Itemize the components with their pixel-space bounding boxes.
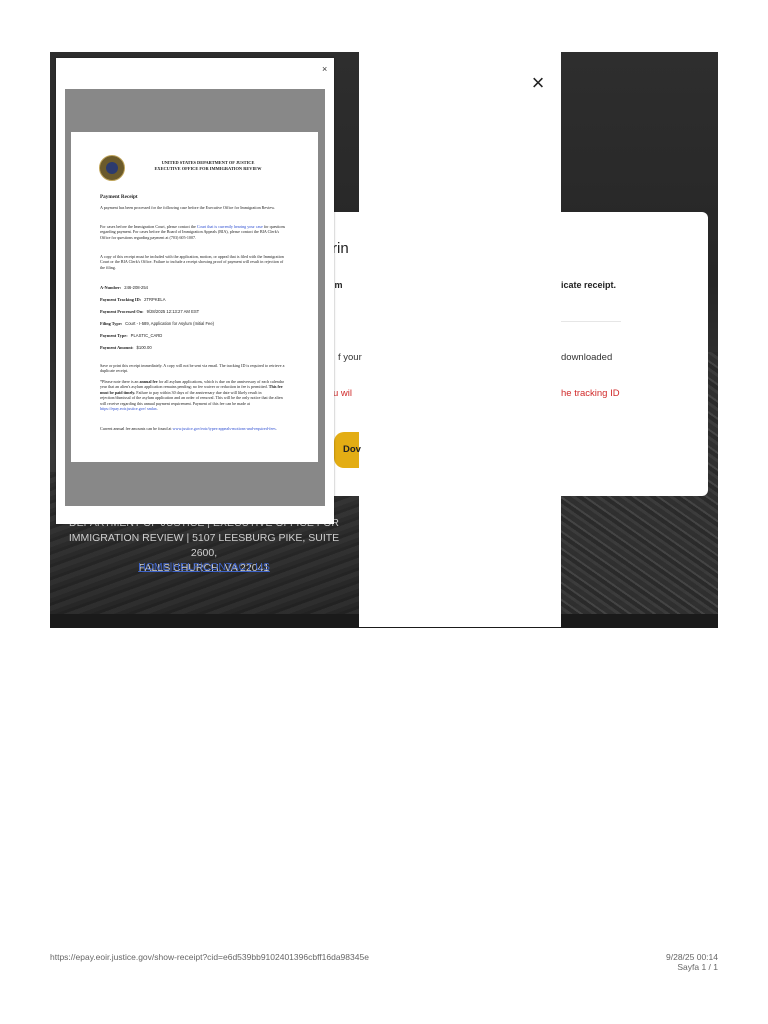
field-value: 246-208-254 (124, 285, 148, 290)
field-value: 2TRPKELA (144, 297, 166, 302)
field-payment-amount: Payment Amount: $100.00 (100, 345, 152, 350)
receipt-header-line1: UNITED STATES DEPARTMENT OF JUSTICE (161, 160, 255, 165)
field-value: $100.00 (136, 345, 152, 350)
field-processed-on: Payment Processed On: 9/28/2025 12:13:27 … (100, 309, 199, 314)
text-span: Current annual fee amounts can be found … (100, 426, 173, 431)
court-link[interactable]: Court that is currently hearing your cas… (197, 224, 263, 229)
print-footer-page: Sayfa 1 / 1 (677, 962, 718, 972)
field-label: Payment Amount: (100, 345, 134, 350)
field-label: A-Number: (100, 285, 122, 290)
field-label: Payment Processed On: (100, 309, 144, 314)
field-tracking-id: Payment Tracking ID: 2TRPKELA (100, 297, 166, 302)
modal-text-right: downloaded (561, 352, 613, 363)
footer-links: HOME|HELP|CONTACT US (56, 561, 352, 573)
field-value: 9/28/2025 12:13:27 AM EST (146, 309, 200, 314)
receipt-title: Payment Receipt (100, 194, 138, 200)
modal-close-icon[interactable]: × (527, 72, 549, 94)
field-value: PLASTIC_CARD (130, 333, 163, 338)
fees-link[interactable]: www.justice.gov/eoir/types-appeals-motio… (173, 426, 276, 431)
print-footer-date: 9/28/25 00:14 (666, 952, 718, 962)
text-span: For cases before the Immigration Court, … (100, 224, 197, 229)
print-footer-url: https://epay.eoir.justice.gov/show-recei… (50, 952, 369, 962)
popup-close-icon[interactable]: × (322, 64, 327, 74)
modal-bold-text-right: icate receipt. (561, 280, 617, 290)
modal-warning-right: he tracking ID (561, 388, 620, 399)
receipt-para-save: Save or print this receipt immediately. … (100, 363, 285, 374)
modal-divider (561, 321, 621, 322)
footer-line-2: IMMIGRATION REVIEW | 5107 LEESBURG PIKE,… (68, 532, 340, 559)
footer-link-help[interactable]: HELP (172, 561, 199, 573)
field-a-number: A-Number: 246-208-254 (100, 285, 148, 290)
field-label: Payment Tracking ID: (100, 297, 142, 302)
modal-panel (359, 52, 561, 627)
footer-link-contact[interactable]: CONTACT US (203, 561, 270, 573)
receipt-header-line2: EXECUTIVE OFFICE FOR IMMIGRATION REVIEW (154, 166, 262, 171)
text-span: . (275, 426, 277, 431)
field-label: Payment Type: (100, 333, 128, 338)
download-button[interactable]: Dov (334, 432, 361, 468)
receipt-para-intro: A payment has been processed for the fol… (100, 205, 275, 210)
modal-text-left: f your (338, 352, 362, 363)
receipt-para-contact: For cases before the Immigration Court, … (100, 224, 288, 240)
receipt-para-copy: A copy of this receipt must be included … (100, 254, 284, 270)
doj-seal-center (106, 162, 118, 174)
field-filing-type: Filing Type: Court - I-589, Application f… (100, 321, 214, 326)
field-label: Filing Type: (100, 321, 123, 326)
print-footer-meta: 9/28/25 00:14 Sayfa 1 / 1 (600, 952, 718, 972)
footer-link-home[interactable]: HOME (138, 561, 170, 573)
field-payment-type: Payment Type: PLASTIC_CARD (100, 333, 162, 338)
modal-warning-left: u wil (333, 388, 353, 399)
epay-link[interactable]: https://epay.eoir.justice.gov/ smlax (100, 406, 157, 411)
text-span: *Please note there is an (100, 379, 140, 384)
receipt-para-fee-amounts: Current annual fee amounts can be found … (100, 426, 288, 431)
text-span-bold: annual fee (139, 379, 158, 384)
text-span: . (156, 406, 158, 412)
field-value: Court - I-589, Application for Asylum (I… (125, 321, 215, 326)
receipt-para-annual-fee: *Please note there is an annual fee for … (100, 379, 288, 411)
